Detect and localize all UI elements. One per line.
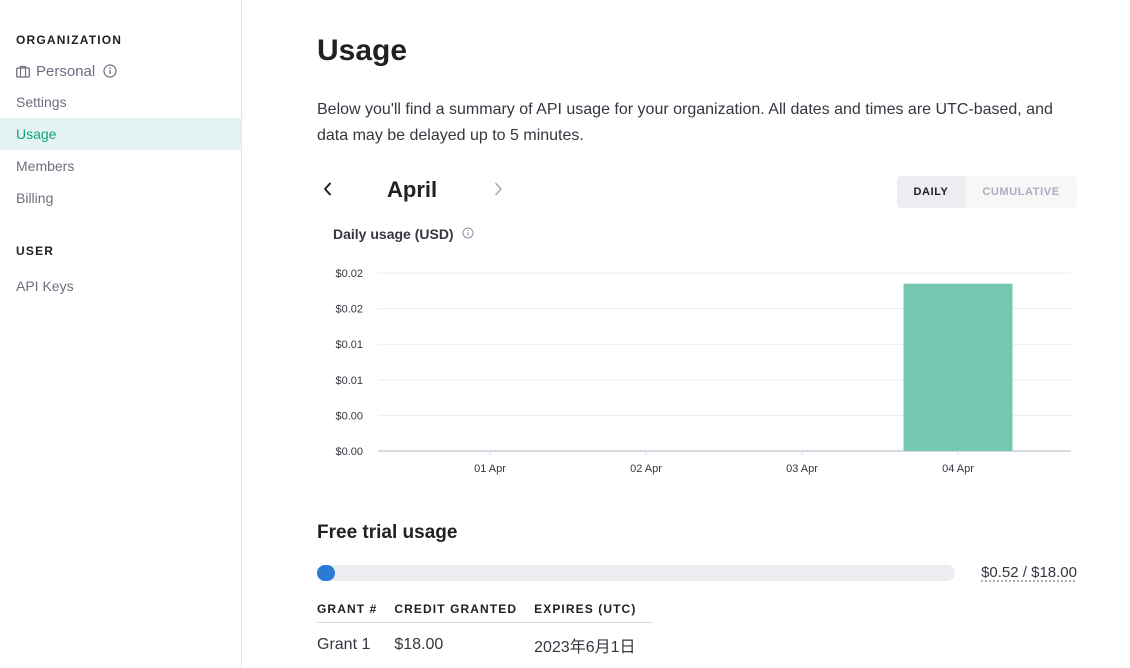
next-month-button[interactable] bbox=[487, 180, 509, 202]
previous-month-button[interactable] bbox=[317, 180, 339, 202]
info-icon[interactable] bbox=[462, 226, 474, 242]
sidebar-item-settings[interactable]: Settings bbox=[0, 86, 241, 118]
month-navigator: April bbox=[317, 176, 517, 206]
page-title: Usage bbox=[317, 34, 408, 67]
sidebar-item-billing[interactable]: Billing bbox=[0, 182, 241, 214]
chart-bar bbox=[903, 283, 1013, 451]
month-label: April bbox=[387, 177, 438, 202]
y-tick-label: $0.01 bbox=[335, 375, 363, 387]
column-header-expires: EXPIRES (UTC) bbox=[534, 596, 654, 623]
org-name-label: Personal bbox=[36, 62, 96, 80]
x-tick-label: 03 Apr bbox=[786, 463, 818, 475]
org-selector[interactable]: Personal bbox=[16, 60, 117, 82]
y-tick-label: $0.02 bbox=[335, 304, 363, 316]
view-toggle: DAILY CUMULATIVE bbox=[897, 176, 1077, 208]
table-row: Grant 1 $18.00 2023年6月1日 bbox=[317, 623, 653, 666]
info-icon[interactable] bbox=[103, 64, 117, 78]
expires-cell: 2023年6月1日 bbox=[534, 639, 636, 656]
organization-heading: ORGANIZATION bbox=[16, 33, 123, 47]
y-tick-label: $0.02 bbox=[335, 268, 363, 280]
free-trial-amount[interactable]: $0.52 / $18.00 bbox=[981, 564, 1077, 581]
chart-title-label: Daily usage (USD) bbox=[333, 226, 454, 242]
sidebar: ORGANIZATION Personal Settings Usage Mem… bbox=[0, 0, 242, 668]
x-tick-label: 04 Apr bbox=[942, 463, 974, 475]
y-tick-label: $0.00 bbox=[335, 446, 363, 458]
column-header-grant: GRANT # bbox=[317, 596, 395, 623]
grant-number-cell: Grant 1 bbox=[317, 636, 371, 653]
column-header-credit-granted: CREDIT GRANTED bbox=[394, 596, 535, 623]
y-tick-label: $0.01 bbox=[335, 339, 363, 351]
free-trial-progress-fill bbox=[317, 565, 336, 581]
y-tick-label: $0.00 bbox=[335, 410, 363, 422]
briefcase-icon bbox=[16, 65, 30, 78]
x-tick-label: 02 Apr bbox=[630, 463, 662, 475]
sidebar-item-api-keys[interactable]: API Keys bbox=[0, 270, 241, 302]
free-trial-title: Free trial usage bbox=[317, 522, 458, 543]
sidebar-item-members[interactable]: Members bbox=[0, 150, 241, 182]
free-trial-progress-bar bbox=[317, 565, 955, 581]
sidebar-item-usage[interactable]: Usage bbox=[0, 118, 241, 150]
chevron-right-icon bbox=[492, 182, 504, 201]
page-description: Below you'll find a summary of API usage… bbox=[317, 101, 1053, 144]
user-heading: USER bbox=[16, 244, 55, 258]
grants-table: GRANT # CREDIT GRANTED EXPIRES (UTC) Gra… bbox=[317, 596, 654, 666]
daily-toggle-button[interactable]: DAILY bbox=[897, 176, 965, 208]
chart-title: Daily usage (USD) bbox=[333, 226, 474, 242]
daily-usage-chart: $0.00 $0.00 $0.01 $0.01 $0.02 $0.02 01 Apr 02 A… bbox=[335, 268, 1071, 475]
credit-granted-cell: $18.00 bbox=[394, 636, 444, 653]
table-header-row: GRANT # CREDIT GRANTED EXPIRES (UTC) bbox=[317, 596, 654, 623]
chevron-left-icon bbox=[322, 182, 334, 201]
cumulative-toggle-button[interactable]: CUMULATIVE bbox=[965, 176, 1077, 208]
x-tick-label: 01 Apr bbox=[474, 463, 506, 475]
